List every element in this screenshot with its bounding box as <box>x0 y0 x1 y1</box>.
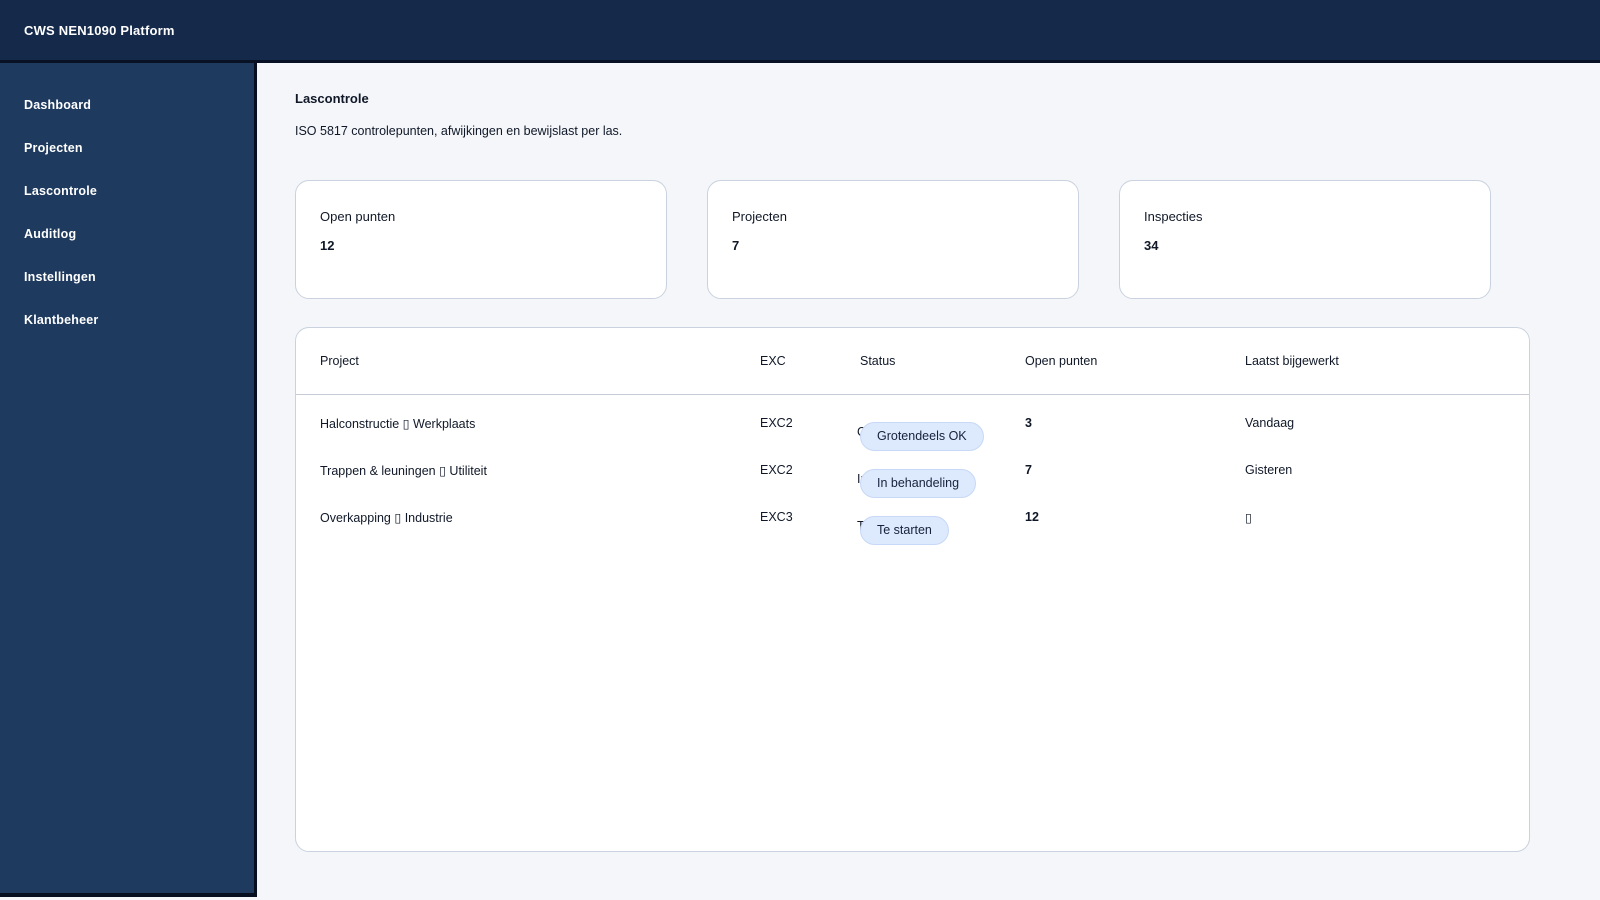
cell-project: Halconstructie ▯ Werkplaats <box>320 416 476 431</box>
stat-card-open-punten: Open punten 12 <box>295 180 667 299</box>
cell-project: Trappen & leuningen ▯ Utiliteit <box>320 463 487 478</box>
sidebar-item-dashboard[interactable]: Dashboard <box>0 83 254 126</box>
stat-label: Open punten <box>320 209 396 224</box>
cell-laatst-bijgewerkt: Gisteren <box>1245 463 1293 477</box>
status-badge: Grotendeels OK <box>860 422 984 451</box>
cell-open-punten: 3 <box>1025 416 1032 430</box>
cell-status: Grotendeels OK Grotendeels OK <box>857 404 1025 451</box>
stat-value: 7 <box>732 238 740 253</box>
cell-laatst-bijgewerkt: ▯ <box>1245 510 1252 525</box>
cell-laatst-bijgewerkt: Vandaag <box>1245 416 1295 430</box>
stat-value: 12 <box>320 238 335 253</box>
sidebar-item-auditlog[interactable]: Auditlog <box>0 212 254 255</box>
stat-label: Inspecties <box>1144 209 1203 224</box>
sidebar-item-klantbeheer[interactable]: Klantbeheer <box>0 298 254 341</box>
stat-cards: Open punten 12 Projecten 7 Inspecties 34 <box>295 180 1562 299</box>
cell-open-punten: 12 <box>1025 510 1039 524</box>
layout: Dashboard Projecten Lascontrole Auditlog… <box>0 63 1600 897</box>
cell-exc: EXC3 <box>760 510 793 524</box>
stat-label: Projecten <box>732 209 787 224</box>
column-header-project: Project <box>320 354 359 368</box>
table-header-row: Project EXC Status Open punten Laatst bi… <box>296 328 1529 395</box>
sidebar-item-projecten[interactable]: Projecten <box>0 126 254 169</box>
column-header-open-punten: Open punten <box>1025 354 1098 368</box>
sidebar-item-instellingen[interactable]: Instellingen <box>0 255 254 298</box>
cell-exc: EXC2 <box>760 416 793 430</box>
cell-status: In behandeling In behandeling <box>857 451 1025 498</box>
status-badge: Te starten <box>860 516 949 545</box>
cell-status: Te starten Te starten <box>857 498 1025 545</box>
stat-value: 34 <box>1144 238 1159 253</box>
stat-card-inspecties: Inspecties 34 <box>1119 180 1491 299</box>
column-header-status: Status <box>860 354 896 368</box>
sidebar-item-lascontrole[interactable]: Lascontrole <box>0 169 254 212</box>
page-title: Lascontrole <box>295 91 369 106</box>
top-bar: CWS NEN1090 Platform <box>0 0 1600 63</box>
stat-card-projecten: Projecten 7 <box>707 180 1079 299</box>
cell-exc: EXC2 <box>760 463 793 477</box>
status-badge: In behandeling <box>860 469 977 498</box>
app-title: CWS NEN1090 Platform <box>24 22 175 38</box>
column-header-exc: EXC <box>760 354 786 368</box>
table-row[interactable]: Halconstructie ▯ Werkplaats EXC2 Grotend… <box>296 395 1529 451</box>
cell-open-punten: 7 <box>1025 463 1032 477</box>
main-content: Lascontrole ISO 5817 controlepunten, afw… <box>257 63 1600 897</box>
cell-project: Overkapping ▯ Industrie <box>320 510 453 525</box>
projects-table: Project EXC Status Open punten Laatst bi… <box>295 327 1530 852</box>
sidebar: Dashboard Projecten Lascontrole Auditlog… <box>0 63 257 897</box>
column-header-laatst-bijgewerkt: Laatst bijgewerkt <box>1245 354 1339 368</box>
page-subtitle: ISO 5817 controlepunten, afwijkingen en … <box>295 124 623 138</box>
